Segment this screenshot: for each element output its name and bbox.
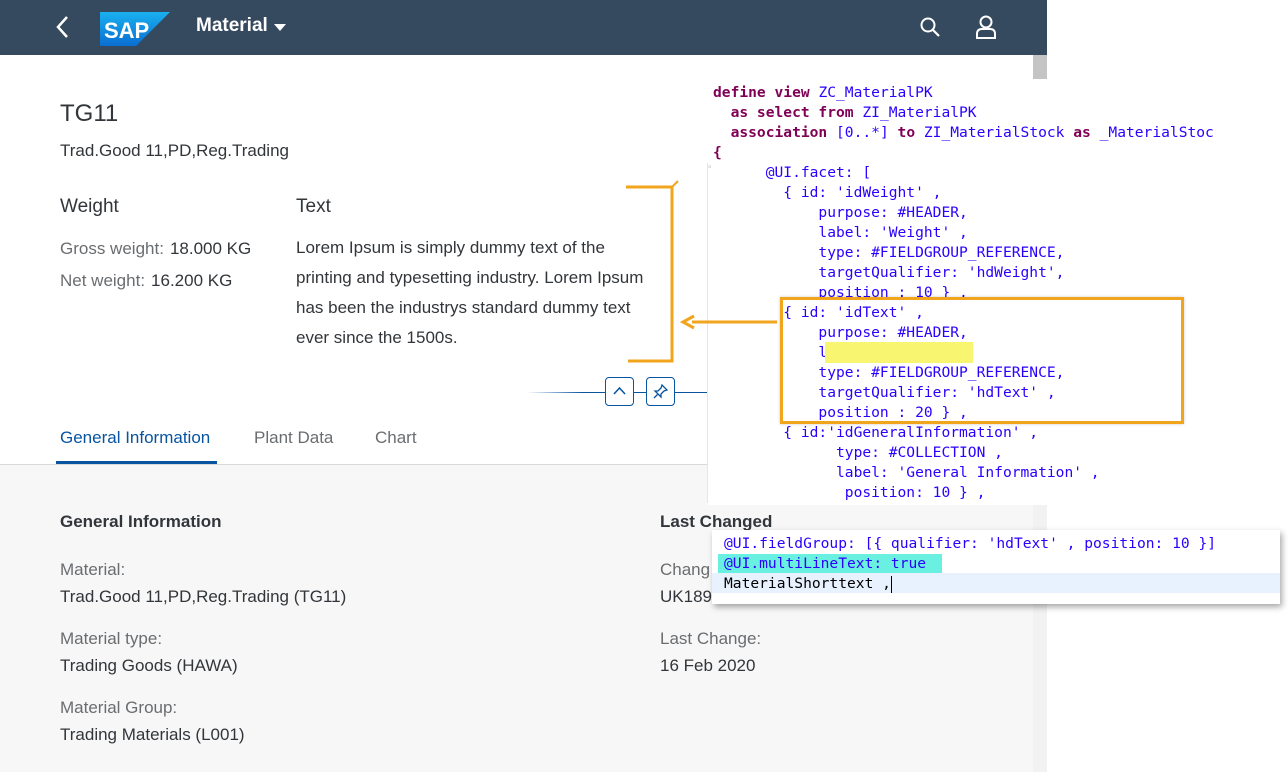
code-line: type: #FIELDGROUP_REFERENCE, bbox=[713, 243, 1064, 263]
material-long-text: Lorem Ipsum is simply dummy text of the … bbox=[296, 233, 666, 353]
material-group-label: Material Group: bbox=[60, 698, 178, 717]
object-title: TG11 bbox=[60, 100, 119, 127]
code-line: type: #COLLECTION , bbox=[713, 443, 1003, 463]
text-line: has been the industrys standard dummy te… bbox=[296, 298, 631, 317]
last-change-value: 16 Feb 2020 bbox=[660, 656, 756, 675]
code-token: { id:'idGeneralInformation' , bbox=[713, 424, 1039, 441]
cds-code-panel: ◦ define view ZC_MaterialPK as select fr… bbox=[707, 79, 1225, 505]
back-icon[interactable] bbox=[52, 13, 76, 41]
text-facet-title: Text bbox=[296, 196, 331, 217]
code-line: { id: 'idWeight' , bbox=[713, 183, 941, 203]
text-line: ever since the 1500s. bbox=[296, 328, 458, 347]
code-line: label: 'General Information' , bbox=[713, 463, 1100, 483]
code-token: label: 'General Information' , bbox=[713, 464, 1100, 481]
code-keyword: define view bbox=[713, 84, 819, 101]
field-name: MaterialShorttext , bbox=[724, 575, 891, 592]
object-subtitle: Trad.Good 11,PD,Reg.Trading bbox=[60, 141, 289, 160]
code-keyword: { bbox=[713, 144, 722, 161]
code-line-multilinetext: @UI.multiLineText: true bbox=[724, 555, 927, 572]
pin-icon bbox=[653, 384, 668, 399]
code-token: type: #COLLECTION , bbox=[713, 444, 1003, 461]
code-line: label: 'Weight' , bbox=[713, 223, 968, 243]
code-line: targetQualifier: 'hdWeight', bbox=[713, 263, 1064, 283]
code-line: @UI.facet: [ bbox=[713, 163, 871, 183]
fold-marker-icon: ◦ bbox=[707, 163, 713, 173]
code-line: association [0..*] to ZI_MaterialStock a… bbox=[713, 123, 1214, 143]
code-line-field: MaterialShorttext , bbox=[724, 574, 892, 594]
last-changed-title: Last Changed bbox=[660, 512, 773, 531]
material-label: Material: bbox=[60, 560, 126, 579]
scrollbar-thumb[interactable] bbox=[1033, 55, 1047, 81]
user-icon[interactable] bbox=[974, 14, 998, 40]
code-line: { bbox=[713, 143, 722, 163]
pin-header-button[interactable] bbox=[646, 377, 675, 406]
gross-weight-label: Gross weight: bbox=[60, 239, 164, 258]
app-title: Material bbox=[196, 15, 268, 36]
sap-logo: SAP bbox=[100, 12, 170, 46]
code-token: { id: 'idWeight' , bbox=[713, 184, 942, 201]
material-type-label: Material type: bbox=[60, 629, 163, 648]
code-keyword: as bbox=[1073, 124, 1100, 141]
code-token: ZC_MaterialPK bbox=[818, 84, 933, 101]
material-value: Trad.Good 11,PD,Reg.Trading (TG11) bbox=[60, 587, 347, 606]
code-token: type: #FIELDGROUP_REFERENCE, bbox=[713, 244, 1065, 261]
chevron-up-icon bbox=[613, 386, 626, 395]
app-title-menu[interactable]: Material bbox=[196, 15, 286, 37]
chevron-down-icon bbox=[273, 23, 286, 31]
text-line: printing and typesetting industry. Lorem… bbox=[296, 268, 644, 287]
changed-by-label: Chang bbox=[660, 560, 711, 579]
code-token: ZI_MaterialStock bbox=[923, 124, 1074, 141]
code-keyword: as select from bbox=[713, 104, 863, 121]
collapse-header-button[interactable] bbox=[605, 377, 634, 406]
code-token: @UI.facet: [ bbox=[713, 164, 872, 181]
net-weight-field: Net weight: 16.200 KG bbox=[60, 271, 232, 291]
net-weight-value: 16.200 KG bbox=[151, 271, 233, 290]
field-annotation-code-panel: @UI.fieldGroup: [{ qualifier: 'hdText' ,… bbox=[712, 530, 1280, 604]
shell-bar: SAP Material bbox=[0, 0, 1047, 55]
tab-plant-data[interactable]: Plant Data bbox=[254, 428, 333, 448]
last-change-label: Last Change: bbox=[660, 629, 762, 648]
code-token: ZI_MaterialPK bbox=[862, 104, 977, 121]
code-line: { id:'idGeneralInformation' , bbox=[713, 423, 1038, 443]
code-keyword: to bbox=[897, 124, 924, 141]
changed-by-value: UK189 bbox=[660, 587, 712, 606]
tab-general-information[interactable]: General Information bbox=[60, 428, 210, 448]
idtext-facet-highlight-box bbox=[780, 297, 1184, 424]
code-keyword: association bbox=[713, 124, 837, 141]
tab-chart[interactable]: Chart bbox=[375, 428, 417, 448]
gross-weight-value: 18.000 KG bbox=[169, 239, 252, 258]
search-icon[interactable] bbox=[918, 15, 942, 39]
code-line: as select from ZI_MaterialPK bbox=[713, 103, 977, 123]
material-type-value: Trading Goods (HAWA) bbox=[60, 656, 238, 675]
svg-text:SAP: SAP bbox=[104, 18, 149, 43]
code-token: label: 'Weight' , bbox=[713, 224, 968, 241]
code-line: define view ZC_MaterialPK bbox=[713, 83, 933, 103]
text-line: Lorem Ipsum is simply dummy text of the bbox=[296, 238, 605, 257]
gross-weight-field: Gross weight: 18.000 KG bbox=[60, 239, 251, 259]
code-token: purpose: #HEADER, bbox=[713, 204, 968, 221]
code-token: [0..*] bbox=[836, 124, 898, 141]
weight-facet-title: Weight bbox=[60, 196, 119, 217]
material-group-value: Trading Materials (L001) bbox=[60, 725, 245, 744]
code-line-fieldgroup: @UI.fieldGroup: [{ qualifier: 'hdText' ,… bbox=[724, 535, 1217, 552]
code-line: purpose: #HEADER, bbox=[713, 203, 968, 223]
code-gutter bbox=[707, 163, 708, 503]
code-token: position: 10 } , bbox=[713, 484, 986, 501]
code-token: targetQualifier: 'hdWeight', bbox=[713, 264, 1065, 281]
general-info-title: General Information bbox=[60, 512, 222, 531]
text-cursor bbox=[890, 575, 892, 593]
net-weight-label: Net weight: bbox=[60, 271, 146, 290]
code-line: position: 10 } , bbox=[713, 483, 986, 503]
code-token: _MaterialStoc bbox=[1099, 124, 1214, 141]
